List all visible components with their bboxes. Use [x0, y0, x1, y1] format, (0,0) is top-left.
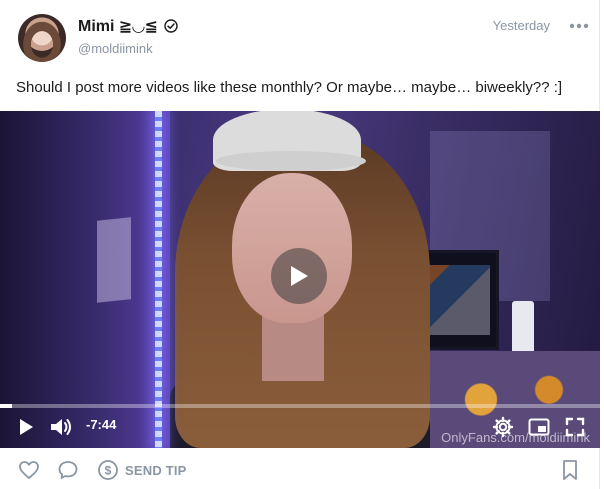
- verified-badge-icon: [164, 19, 178, 33]
- post-actions: $ SEND TIP: [0, 448, 600, 489]
- avatar[interactable]: [18, 14, 66, 62]
- fullscreen-button[interactable]: [562, 413, 588, 441]
- gear-icon: [492, 416, 514, 438]
- play-icon: [291, 266, 308, 286]
- author-name[interactable]: Mimi ≧◡≦: [78, 16, 158, 36]
- video-progress-fill: [0, 404, 12, 408]
- play-icon: [20, 419, 33, 435]
- post-timestamp[interactable]: Yesterday: [493, 18, 550, 33]
- author-name-row: Mimi ≧◡≦: [78, 16, 178, 36]
- volume-icon: [51, 419, 71, 435]
- send-tip-button[interactable]: $ SEND TIP: [97, 458, 187, 482]
- video-background-wall: [0, 111, 170, 448]
- bookmark-button[interactable]: [561, 458, 579, 482]
- volume-button[interactable]: [47, 413, 75, 441]
- bookmark-icon: [563, 460, 577, 480]
- comment-icon: [58, 461, 78, 479]
- video-led-strip: [155, 111, 162, 448]
- svg-text:$: $: [105, 464, 112, 478]
- video-progress-bar[interactable]: [0, 404, 600, 408]
- settings-button[interactable]: [490, 413, 516, 441]
- post-header: Mimi ≧◡≦ @moldiimink Yesterday: [18, 14, 590, 66]
- comment-button[interactable]: [57, 458, 79, 482]
- post-card: Mimi ≧◡≦ @moldiimink Yesterday Should I …: [0, 0, 600, 489]
- picture-in-picture-icon: [528, 418, 550, 436]
- picture-in-picture-button[interactable]: [526, 413, 552, 441]
- video-background-poster: [97, 217, 131, 303]
- author-handle[interactable]: @moldiimink: [78, 41, 153, 56]
- dollar-icon: $: [98, 460, 118, 480]
- more-options-icon[interactable]: [568, 18, 590, 34]
- play-overlay-button[interactable]: [271, 248, 327, 304]
- video-time-remaining: -7:44: [86, 417, 117, 432]
- send-tip-label: SEND TIP: [125, 462, 187, 478]
- video-person-cap-brim: [216, 151, 366, 171]
- fullscreen-icon: [565, 417, 585, 437]
- heart-icon: [19, 461, 39, 479]
- like-button[interactable]: [18, 458, 40, 482]
- play-button[interactable]: [14, 413, 38, 441]
- video-player[interactable]: OnlyFans.com/moldiimink -7:44: [0, 111, 600, 448]
- post-caption: Should I post more videos like these mon…: [16, 79, 563, 96]
